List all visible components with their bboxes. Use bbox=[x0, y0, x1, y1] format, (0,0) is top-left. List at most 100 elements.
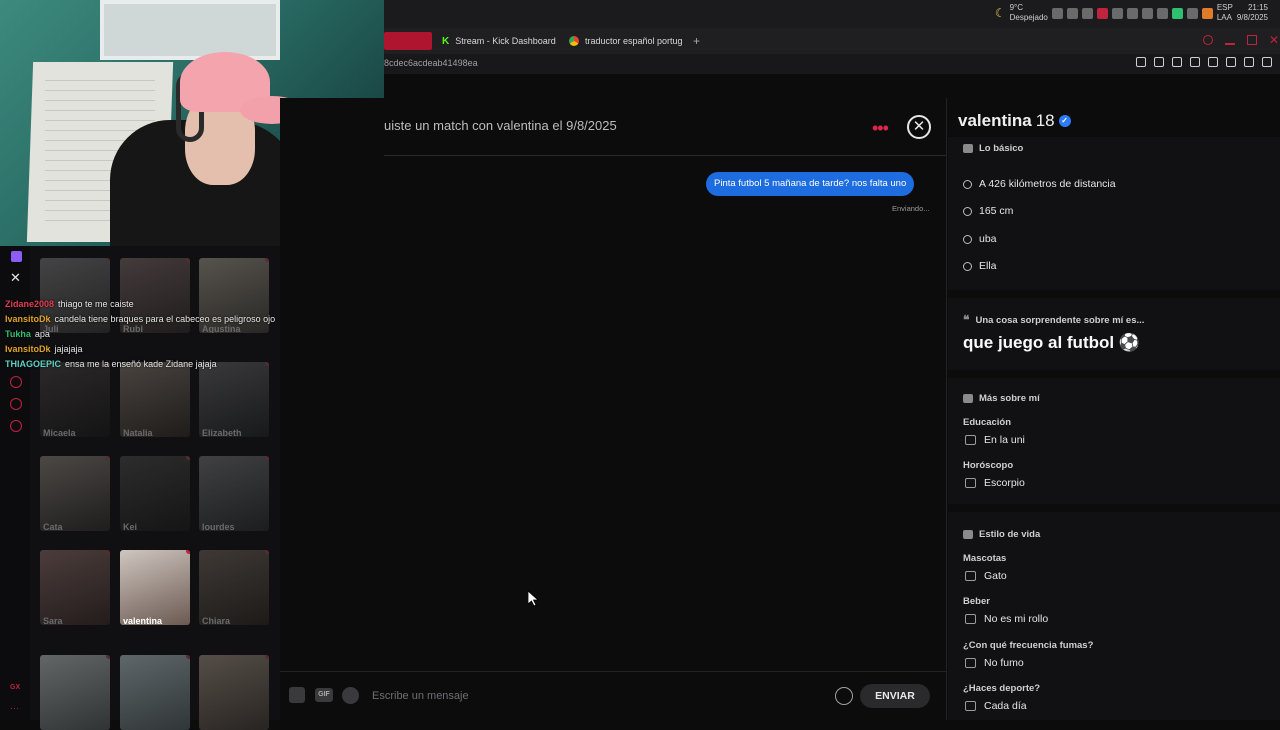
chat-message: Tukha apa bbox=[5, 327, 275, 342]
more-rail-icon[interactable]: ··· bbox=[10, 703, 19, 713]
weather-temp: 9°C bbox=[1009, 3, 1024, 12]
match-thumbnail[interactable] bbox=[199, 655, 269, 730]
record-icon[interactable] bbox=[1096, 7, 1108, 19]
match-thumbnail[interactable]: Micaela bbox=[40, 362, 110, 437]
paw-icon bbox=[965, 571, 976, 581]
match-thumbnail[interactable]: Cata bbox=[40, 456, 110, 531]
lifestyle-title: Estilo de vida bbox=[963, 529, 1040, 540]
pin-icon[interactable] bbox=[1136, 57, 1146, 67]
basics-title: Lo básico bbox=[963, 143, 1023, 154]
tab-label: traductor español portug bbox=[585, 36, 683, 46]
app-tray-icon-3[interactable] bbox=[1126, 7, 1138, 19]
play-icon[interactable] bbox=[1190, 57, 1200, 67]
tab-label: Stream - Kick Dashboard bbox=[455, 36, 556, 46]
twitch-icon[interactable] bbox=[11, 251, 22, 262]
tab-active[interactable] bbox=[384, 32, 432, 50]
chat-username[interactable]: IvansitoDk bbox=[5, 314, 51, 324]
close-chat-icon[interactable]: ✕ bbox=[10, 270, 21, 286]
glass-icon bbox=[965, 614, 976, 624]
nvidia-icon[interactable] bbox=[1171, 7, 1183, 19]
chat-username[interactable]: IvansitoDk bbox=[5, 344, 51, 354]
chat-text: jajajaja bbox=[54, 344, 83, 354]
message-input[interactable] bbox=[372, 685, 822, 707]
network-icon[interactable] bbox=[1156, 7, 1168, 19]
emoji-icon[interactable] bbox=[835, 687, 853, 705]
match-thumbnail[interactable]: Natalia bbox=[120, 362, 190, 437]
unread-dot-icon bbox=[106, 258, 110, 262]
volume-icon[interactable] bbox=[1141, 7, 1153, 19]
attribute-value: No fumo bbox=[984, 657, 1024, 669]
chat-message: THIAGOEPIC ensa me la enseñó kade Zidane … bbox=[5, 357, 275, 372]
moon-weather-icon: ☾ bbox=[994, 6, 1006, 20]
match-thumbnail[interactable] bbox=[120, 655, 190, 730]
basics-value: A 426 kilómetros de distancia bbox=[979, 178, 1116, 190]
basics-row: uba bbox=[963, 233, 997, 245]
chat-text: apa bbox=[34, 329, 50, 339]
attribute-value-row: En la uni bbox=[965, 434, 1025, 446]
attribute-value: En la uni bbox=[984, 434, 1025, 446]
gif-button[interactable]: GIF bbox=[315, 688, 333, 702]
lifestyle-title-text: Estilo de vida bbox=[979, 529, 1041, 540]
attribute-label: ¿Haces deporte? bbox=[963, 683, 1041, 694]
match-thumbnail[interactable]: Elizabeth bbox=[199, 362, 269, 437]
battery-icon[interactable] bbox=[1186, 7, 1198, 19]
window-close-icon[interactable]: ✕ bbox=[1269, 34, 1279, 46]
download-icon[interactable] bbox=[1244, 57, 1254, 67]
bluetooth-icon[interactable] bbox=[1051, 7, 1063, 19]
history-icon[interactable] bbox=[10, 376, 22, 388]
sticker-icon[interactable] bbox=[289, 687, 305, 703]
address-text[interactable]: 8cdec6acdeab41498ea bbox=[384, 58, 478, 68]
spotify-icon[interactable] bbox=[342, 687, 359, 704]
verified-icon: ✓ bbox=[1058, 115, 1071, 127]
chat-username[interactable]: Tukha bbox=[5, 329, 31, 339]
minimize-icon[interactable] bbox=[1225, 43, 1235, 45]
chat-username[interactable]: THIAGOEPIC bbox=[5, 359, 61, 369]
search-tabs-icon[interactable] bbox=[1203, 35, 1213, 45]
chat-username[interactable]: Zidane2008 bbox=[5, 299, 54, 309]
match-thumbnail[interactable]: lourdes bbox=[199, 456, 269, 531]
more-options-icon[interactable]: ••• bbox=[872, 118, 889, 139]
weather-readout[interactable]: 9°C Despejado bbox=[1010, 3, 1048, 23]
app-tray-icon[interactable] bbox=[1081, 7, 1093, 19]
match-thumbnail[interactable]: valentina bbox=[120, 550, 190, 625]
app-tray-icon-4[interactable] bbox=[1201, 7, 1213, 19]
lang-bottom: LAA bbox=[1216, 13, 1232, 22]
tag-icon bbox=[963, 530, 973, 539]
send-button[interactable]: ENVIAR bbox=[860, 684, 930, 708]
close-conversation-icon[interactable]: ✕ bbox=[907, 115, 931, 139]
chat-text: candela tiene braques para el cabeceo es… bbox=[54, 314, 275, 324]
attribute-label: Mascotas bbox=[963, 553, 1007, 564]
menu-icon[interactable] bbox=[1262, 57, 1272, 67]
unread-dot-icon bbox=[186, 550, 190, 554]
language-indicator[interactable]: ESP LAA bbox=[1217, 3, 1233, 23]
unread-dot-icon bbox=[106, 550, 110, 554]
tab-kick-dashboard[interactable]: K Stream - Kick Dashboard bbox=[442, 31, 556, 51]
unread-dot-icon bbox=[265, 550, 269, 554]
match-thumbnail[interactable] bbox=[40, 655, 110, 730]
chat-bubble-icon[interactable] bbox=[10, 398, 22, 410]
app-tray-icon-2[interactable] bbox=[1111, 7, 1123, 19]
match-thumbnail[interactable]: Chiara bbox=[199, 550, 269, 625]
basics-row: Ella bbox=[963, 260, 997, 272]
bookmark-icon[interactable] bbox=[1154, 57, 1164, 67]
new-tab-button[interactable]: + bbox=[693, 31, 700, 51]
profile-icon[interactable] bbox=[1226, 57, 1236, 67]
match-name: valentina bbox=[123, 616, 163, 625]
steam-icon[interactable] bbox=[1066, 7, 1078, 19]
unread-dot-icon bbox=[265, 655, 269, 659]
lang-top: ESP bbox=[1216, 3, 1233, 12]
rail-badge-icon[interactable]: GX bbox=[10, 684, 20, 691]
kick-icon: K bbox=[442, 35, 450, 47]
clock[interactable]: 21:15 9/8/2025 bbox=[1237, 3, 1268, 23]
match-thumbnail[interactable]: Kei bbox=[120, 456, 190, 531]
profile-name: valentina bbox=[958, 111, 1032, 130]
match-thumbnail[interactable]: Sara bbox=[40, 550, 110, 625]
shield-icon[interactable] bbox=[1172, 57, 1182, 67]
settings-icon[interactable] bbox=[10, 420, 22, 432]
unread-dot-icon bbox=[106, 655, 110, 659]
maximize-icon[interactable] bbox=[1247, 35, 1257, 45]
sent-message-bubble[interactable]: Pinta futbol 5 mañana de tarde? nos falt… bbox=[706, 172, 915, 196]
tab-translator[interactable]: traductor español portug bbox=[569, 31, 683, 51]
heart-icon[interactable] bbox=[1208, 57, 1218, 67]
match-name: Elizabeth bbox=[202, 428, 242, 437]
